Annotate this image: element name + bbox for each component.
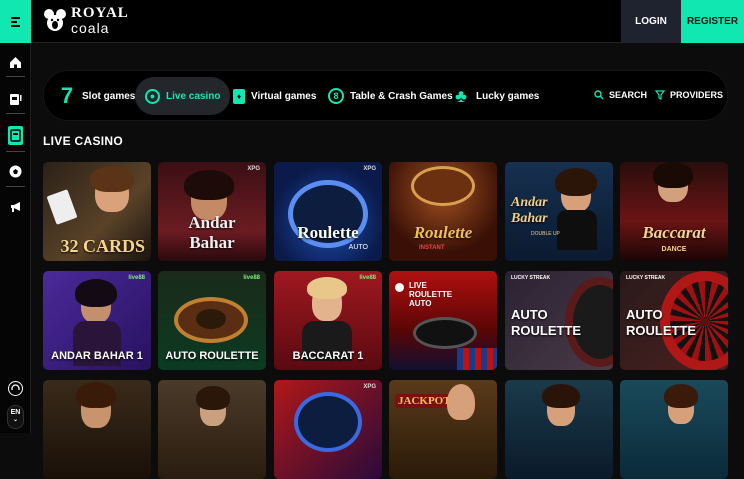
nav-label: Virtual games — [251, 90, 317, 102]
nav-item-slot-games[interactable]: 7 Slot games — [58, 77, 135, 115]
game-title: AUTO ROULETTE — [511, 307, 582, 338]
sidebar: EN ⌄ — [0, 43, 31, 433]
game-title: Andar Bahar — [511, 195, 548, 226]
game-title: AUTO ROULETTE — [626, 307, 697, 338]
eight-ball-icon: 8 — [328, 88, 344, 104]
game-tile[interactable] — [620, 380, 728, 479]
nav-item-virtual-games[interactable]: ♦ Virtual games — [233, 77, 316, 115]
slot-machine-icon[interactable] — [8, 91, 23, 106]
provider-badge: XPG — [363, 384, 376, 390]
chevron-down-icon: ⌄ — [12, 417, 19, 423]
provider-badge: LUCKY STREAK — [626, 275, 666, 281]
sidebar-divider — [6, 113, 25, 114]
live-casino-icon[interactable] — [8, 126, 23, 145]
game-title: Roulette — [297, 223, 359, 242]
section-title: LIVE CASINO — [43, 134, 123, 148]
game-title: AUTO ROULETTE — [165, 350, 259, 362]
megaphone-icon[interactable] — [8, 199, 23, 214]
game-title: ANDAR BAHAR 1 — [51, 350, 143, 362]
nav-label: Lucky games — [476, 90, 540, 102]
brand-top: ROYAL — [71, 5, 129, 21]
soccer-ball-icon[interactable] — [8, 164, 23, 179]
game-tile[interactable] — [43, 380, 151, 479]
brand-logo[interactable]: ROYAL coala — [44, 6, 129, 35]
game-tile[interactable]: LUCKY STREAK AUTO ROULETTE — [620, 271, 728, 370]
language-label: EN — [10, 409, 21, 416]
register-button[interactable]: REGISTER — [681, 0, 744, 43]
headset-icon[interactable] — [8, 381, 23, 396]
nav-item-lucky-games[interactable]: ♣ Lucky games — [452, 77, 539, 115]
game-tile[interactable]: JACKPOT — [389, 380, 497, 479]
provider-badge: live88 — [359, 275, 376, 281]
provider-badge: LUCKY STREAK — [511, 275, 551, 281]
hamburger-icon — [11, 15, 20, 29]
game-tile[interactable] — [505, 380, 613, 479]
game-subtitle: DANCE — [661, 246, 687, 253]
game-title: Baccarat — [642, 223, 706, 242]
game-tile[interactable]: XPG — [274, 380, 382, 479]
game-title: 32 CARDS — [60, 236, 145, 256]
game-tile[interactable]: Andar Bahar DOUBLE UP — [505, 162, 613, 261]
game-tile[interactable]: LIVE ROULETTE AUTO — [389, 271, 497, 370]
sidebar-divider — [6, 151, 25, 152]
category-nav: 7 Slot games ● Live casino ♦ Virtual gam… — [43, 70, 728, 121]
game-title: Roulette — [413, 223, 473, 242]
game-tile[interactable]: Roulette INSTANT — [389, 162, 497, 261]
nav-item-live-casino[interactable]: ● Live casino — [135, 77, 231, 115]
provider-badge: XPG — [247, 166, 260, 172]
provider-badge: XPG — [363, 166, 376, 172]
language-selector[interactable]: EN ⌄ — [7, 405, 24, 429]
game-tile[interactable]: LUCKY STREAK AUTO ROULETTE — [505, 271, 613, 370]
nav-label: Table & Crash Games — [350, 90, 453, 102]
search-button[interactable]: SEARCH — [594, 90, 647, 100]
providers-button[interactable]: PROVIDERS — [655, 90, 723, 100]
game-tile[interactable]: XPG Andar Bahar — [158, 162, 266, 261]
brand-bottom: coala — [71, 20, 110, 36]
game-tile[interactable]: live88 BACCARAT 1 — [274, 271, 382, 370]
game-title: BACCARAT 1 — [292, 350, 364, 362]
game-subtitle: AUTO — [348, 244, 368, 251]
live-icon: ● — [145, 88, 160, 104]
game-tile[interactable]: live88 ANDAR BAHAR 1 — [43, 271, 151, 370]
game-tile[interactable]: 32 CARDS — [43, 162, 151, 261]
game-subtitle: DOUBLE UP — [531, 231, 560, 237]
nav-label: Slot games — [82, 90, 136, 102]
nav-item-table-crash[interactable]: 8 Table & Crash Games — [328, 77, 453, 115]
game-title: Andar Bahar — [188, 213, 236, 252]
card-icon: ♦ — [233, 88, 245, 104]
koala-logo-icon — [44, 8, 66, 31]
nav-label: Live casino — [166, 90, 221, 102]
menu-button[interactable] — [0, 0, 31, 43]
top-bar: ROYAL coala LOGIN REGISTER — [0, 0, 744, 43]
login-button[interactable]: LOGIN — [621, 0, 681, 43]
providers-label: PROVIDERS — [670, 90, 724, 100]
sidebar-divider — [6, 186, 25, 187]
club-icon: ♣ — [455, 85, 467, 106]
seven-icon: 7 — [60, 83, 74, 108]
game-tile[interactable] — [158, 380, 266, 479]
game-title: JACKPOT — [395, 394, 454, 408]
filter-icon — [655, 90, 665, 100]
provider-badge: live88 — [128, 275, 145, 281]
provider-badge: live88 — [243, 275, 260, 281]
home-icon[interactable] — [8, 55, 23, 70]
sidebar-divider — [6, 76, 25, 77]
game-tile[interactable]: live88 AUTO ROULETTE — [158, 271, 266, 370]
game-tile[interactable]: Baccarat DANCE — [620, 162, 728, 261]
search-label: SEARCH — [609, 90, 648, 100]
game-title: LIVE ROULETTE AUTO — [409, 281, 453, 308]
search-icon — [594, 90, 604, 100]
game-subtitle: INSTANT — [419, 245, 445, 251]
game-tile[interactable]: XPG Roulette AUTO — [274, 162, 382, 261]
